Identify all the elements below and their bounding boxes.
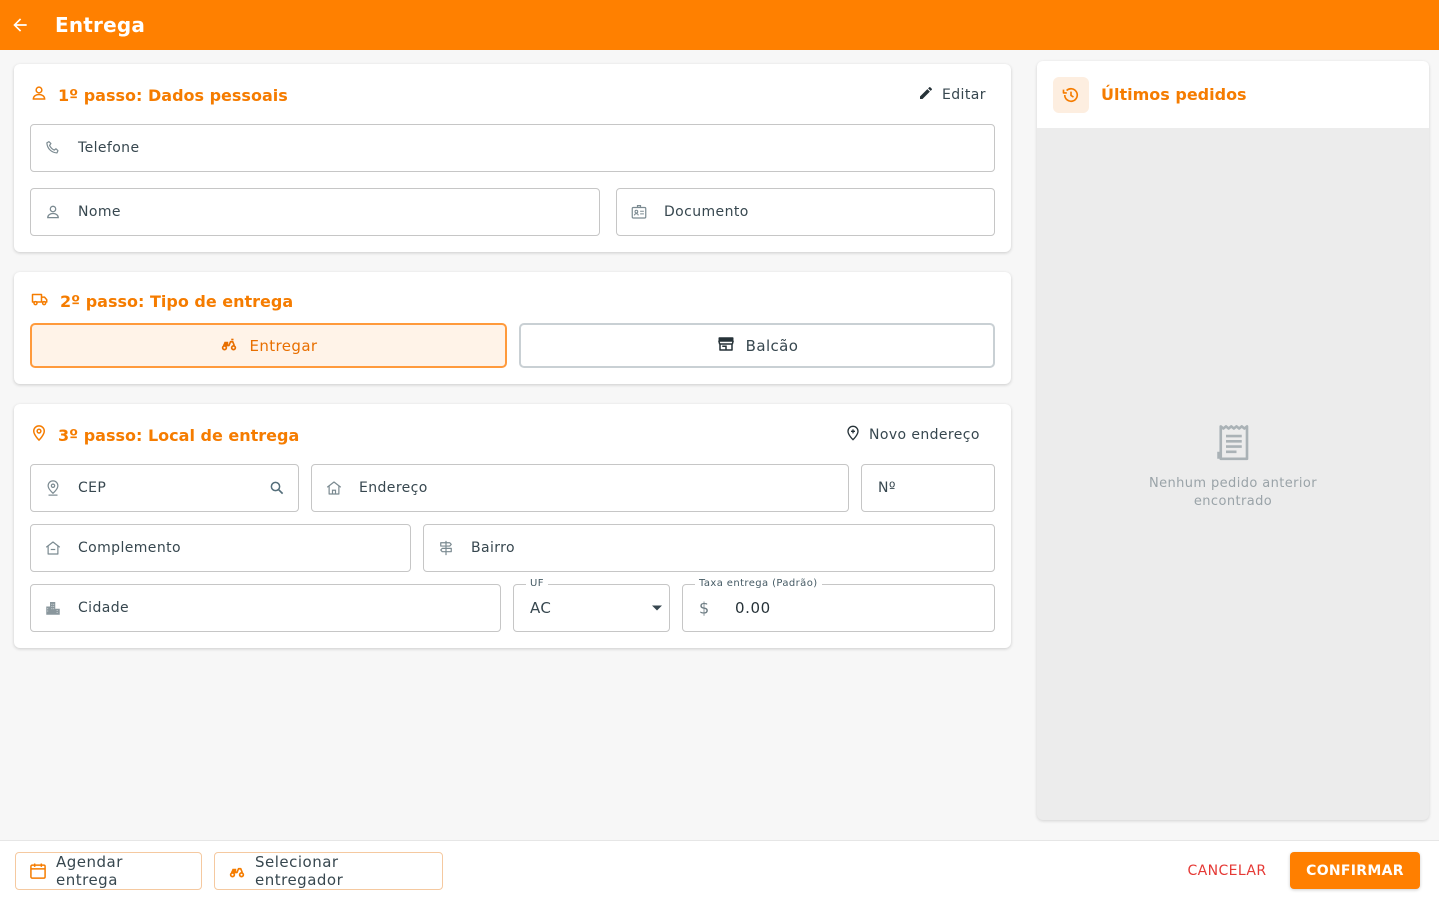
cancel-button[interactable]: CANCELAR <box>1180 852 1274 890</box>
dropdown-arrow-icon <box>651 604 663 612</box>
step2-card: 2º passo: Tipo de entrega Entregar Balcã… <box>14 272 1011 384</box>
empty-state: Nenhum pedido anterior encontrado <box>1037 421 1429 511</box>
document-label: Documento <box>664 204 749 220</box>
counter-label: Balcão <box>745 336 799 355</box>
location-pin-icon <box>30 424 48 446</box>
uf-value: AC <box>530 599 552 617</box>
history-icon <box>1053 76 1089 113</box>
step1-card: 1º passo: Dados pessoais Editar Telefone… <box>14 64 1011 252</box>
city-label: Cidade <box>78 600 130 616</box>
step1-title: 1º passo: Dados pessoais <box>58 85 288 105</box>
person-icon <box>30 84 48 106</box>
page-title: Entrega <box>55 13 146 37</box>
name-label: Nome <box>78 204 121 220</box>
name-field[interactable]: Nome <box>30 188 600 236</box>
new-address-label: Novo endereço <box>869 427 980 443</box>
scooter-icon <box>219 335 239 357</box>
district-label: Bairro <box>471 540 515 556</box>
house-outline-icon <box>44 539 62 557</box>
step3-header: 3º passo: Local de entrega <box>30 424 299 446</box>
signpost-icon <box>437 539 455 557</box>
cep-label: CEP <box>78 480 107 496</box>
scooter-icon <box>227 862 247 880</box>
document-field[interactable]: Documento <box>616 188 995 236</box>
schedule-label: Agendar entrega <box>56 853 123 889</box>
pencil-icon <box>918 85 934 105</box>
address-field[interactable]: Endereço <box>311 464 849 512</box>
deliver-label: Entregar <box>249 336 318 355</box>
person-icon <box>44 203 62 221</box>
location-pin-icon <box>44 479 62 497</box>
step2-header: 2º passo: Tipo de entrega <box>30 290 293 312</box>
number-field[interactable]: Nº <box>861 464 995 512</box>
step3-title: 3º passo: Local de entrega <box>58 425 300 445</box>
complement-label: Complemento <box>78 540 181 556</box>
cep-field[interactable]: CEP <box>30 464 299 512</box>
district-field[interactable]: Bairro <box>423 524 995 572</box>
edit-label: Editar <box>942 87 986 103</box>
receipt-icon <box>1212 421 1254 469</box>
uf-select[interactable]: UF AC <box>513 578 670 632</box>
address-label: Endereço <box>359 480 428 496</box>
step3-card: 3º passo: Local de entrega Novo endereço… <box>14 404 1011 648</box>
number-label: Nº <box>878 480 896 496</box>
deliver-option-button[interactable]: Entregar <box>30 323 507 368</box>
delivery-fee-value: 0.00 <box>735 599 771 617</box>
last-orders-title: Últimos pedidos <box>1101 85 1247 104</box>
house-icon <box>325 479 343 497</box>
add-location-icon <box>845 425 861 445</box>
last-orders-header: Últimos pedidos <box>1037 61 1429 128</box>
complement-field[interactable]: Complemento <box>30 524 411 572</box>
uf-label: UF <box>526 578 548 589</box>
calendar-icon <box>28 861 48 881</box>
delivery-fee-label: Taxa entrega (Padrão) <box>695 578 822 589</box>
edit-button[interactable]: Editar <box>918 85 986 105</box>
select-courier-label: Selecionar entregador <box>255 853 344 889</box>
city-buildings-icon <box>44 599 62 617</box>
phone-icon <box>44 139 62 157</box>
truck-icon <box>30 290 50 312</box>
schedule-delivery-button[interactable]: Agendar entrega <box>15 852 202 890</box>
phone-label: Telefone <box>78 140 140 156</box>
app-header: Entrega <box>0 0 1439 50</box>
step1-header: 1º passo: Dados pessoais <box>30 84 288 106</box>
city-field[interactable]: Cidade <box>30 584 501 632</box>
counter-option-button[interactable]: Balcão <box>519 323 995 368</box>
delivery-fee-field[interactable]: Taxa entrega (Padrão) $ 0.00 <box>682 578 995 632</box>
back-arrow-icon[interactable] <box>9 14 31 36</box>
empty-message: Nenhum pedido anterior encontrado <box>1148 476 1318 509</box>
phone-field[interactable]: Telefone <box>30 124 995 172</box>
footer-bar: Agendar entrega Selecionar entregador CA… <box>0 840 1439 899</box>
confirm-button[interactable]: CONFIRMAR <box>1290 852 1420 889</box>
select-courier-button[interactable]: Selecionar entregador <box>214 852 443 890</box>
store-icon <box>716 335 736 357</box>
search-icon[interactable] <box>268 479 286 497</box>
id-card-icon <box>630 203 648 221</box>
last-orders-panel: Últimos pedidos Nenhum pedido anterior e… <box>1037 61 1429 820</box>
new-address-button[interactable]: Novo endereço <box>845 425 980 445</box>
currency-symbol: $ <box>699 598 710 618</box>
step2-title: 2º passo: Tipo de entrega <box>60 291 294 311</box>
